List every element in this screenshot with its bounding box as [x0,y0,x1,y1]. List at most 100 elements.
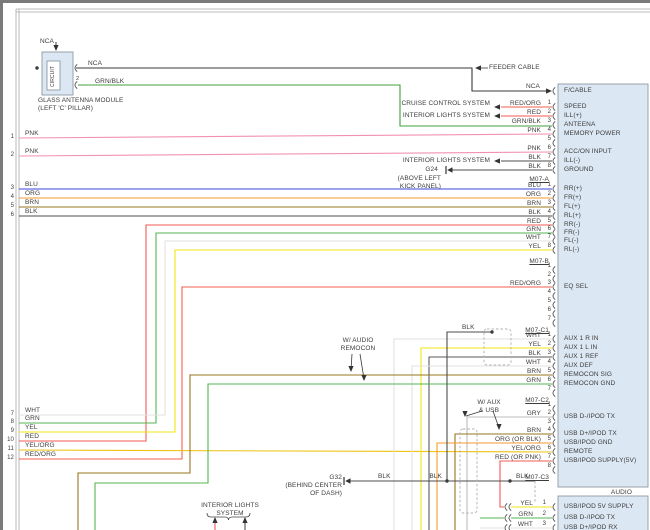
left-wire-7: WHT [25,407,41,414]
grnblk-module-label: GRN/BLK [95,78,125,85]
pn-a5: 5 [547,136,551,142]
left-pin-7: 7 [10,411,14,417]
pn-e5: 5 [547,436,551,442]
pn-b3: 3 [547,200,551,206]
circuit-label: CIRCUIT [50,66,56,87]
left-pin-5: 5 [10,203,14,209]
blk-shield-label: BLK [462,324,475,331]
wl-ill-minus: BLK [528,154,541,161]
wl-usb-5v: YEL [520,500,533,507]
pn-a6: 6 [547,145,551,151]
sig-rl-plus: RL(+) [564,212,581,219]
sig-fl-minus: FL(-) [564,237,579,244]
left-wire-2: PNK [25,148,39,155]
left-pin-12: 12 [7,455,14,461]
wl-ill-plus: RED [526,109,541,116]
waux-label-1: W/ AUX [477,399,501,406]
pn-c2: 2 [547,272,551,278]
pn-e2: 2 [547,410,551,416]
wl-usb-tx: GRN [518,511,533,518]
pn-e7: 7 [547,454,551,460]
pn-b4: 4 [547,209,551,215]
pn-a4: 4 [547,127,551,133]
sig-aux-ref: AUX 1 REF [564,353,599,360]
pn-b2: 2 [547,191,551,197]
sig-remote: REMOTE [564,448,593,455]
pn-a2: 2 [547,109,551,115]
sig-remocon-gnd: REMOCON GND [564,380,616,387]
pn-u1: 1 [542,500,546,506]
blk-g32-label-a: BLK [378,473,391,480]
wl-usb-rx: WHT [517,521,533,528]
nca-feeder-label: NCA [525,83,540,90]
wl-fl-minus: WHT [525,234,541,241]
sig-rr-minus: RR(-) [564,221,581,228]
wl-aux-def: WHT [525,359,541,366]
g32-loc-1: (BEHIND CENTER [285,482,342,489]
pn-d3: 3 [547,350,551,356]
conn-m07a: M07-A [529,176,549,183]
sig-rl-minus: RL(-) [564,246,580,253]
wl-rr-minus: RED [526,218,541,225]
wl-aux-l: YEL [528,341,541,348]
left-pin-1: 1 [10,134,14,140]
sig-ill-plus: ILL(+) [564,112,582,119]
wl-fl-plus: BRN [526,200,541,207]
ils-bottom-1: INTERIOR LIGHTS [201,502,259,509]
sig-usb-5v: USB/IPOD 5V SUPPLY [564,503,634,510]
left-wire-3: BLU [25,181,38,188]
labels-layer: NCA NCA CIRCUIT 2 GRN/BLK GLASS ANTENNA MODUL… [0,0,650,530]
pn-c6: 6 [547,307,551,313]
pn-b5: 5 [547,218,551,224]
pn-a1: 1 [547,100,551,106]
wl-remocon-gnd: GRN [526,377,541,384]
audio-box-label: AUDIO [610,489,632,496]
sig-remocon-sig: REMOCON SIG [564,371,613,378]
sig-aux-def: AUX DEF [564,362,593,369]
sig-fl-plus: FL(+) [564,203,581,210]
blk-g32-label-b: BLK [429,473,442,480]
pn-e3: 3 [547,419,551,425]
pn-d2: 2 [547,341,551,347]
sig-accon: ACC/ON INPUT [564,148,612,155]
left-wire-1: PNK [25,130,39,137]
left-pin-11: 11 [7,446,14,452]
wl-usb-dplus: BRN [526,427,541,434]
wiring-diagram-page: { "title": "Audio / antenna system wirin… [0,0,650,530]
sig-aux-l: AUX 1 L IN [564,344,598,351]
g24-loc-1: (ABOVE LEFT [397,175,441,182]
nca-module-wire-label: NCA [88,60,103,67]
sig-usb-supply: USB/IPOD SUPPLY(5V) [564,457,637,464]
wl-ground: BLK [528,163,541,170]
pn-d4: 4 [547,359,551,365]
pn-b7: 7 [547,234,551,240]
sig-antenna: ANTEENA [564,121,596,128]
conn-m07b: M07-B [529,258,549,265]
wl-usb-dminus: GRY [526,410,541,417]
pn-u2: 2 [542,511,546,517]
sig-fr-plus: FR(+) [564,194,582,201]
left-wire-6: BLK [25,208,38,215]
pn-u3: 3 [542,521,546,527]
conn-m07c2: M07-C2 [525,397,549,404]
left-pin-8: 8 [10,419,14,425]
cruise-system-label: CRUISE CONTROL SYSTEM [401,100,490,107]
wl-fr-plus: ORG [525,191,541,198]
sig-usb-dplus: USB D+/IPOD TX [564,430,617,437]
pn-c5: 5 [547,298,551,304]
wl-memory: PNK [527,127,541,134]
left-pin-9: 9 [10,428,14,434]
left-wire-9: YEL [25,424,38,431]
wl-remocon-sig: BRN [526,368,541,375]
pn-e6: 6 [547,445,551,451]
pn-c4: 4 [547,289,551,295]
sig-speed: SPEED [564,103,587,110]
wl-accon: PNK [527,145,541,152]
wl-aux-ref: BLK [528,350,541,357]
wl-antenna: GRN/BLK [511,118,541,125]
left-wire-10: RED [25,433,40,440]
sig-fcable: F/CABLE [564,87,592,94]
sig-usb-dminus: USB D-/IPOD TX [564,413,616,420]
sig-aux-r: AUX 1 R IN [564,335,599,342]
wl-eq-sel: RED/ORG [509,280,541,287]
